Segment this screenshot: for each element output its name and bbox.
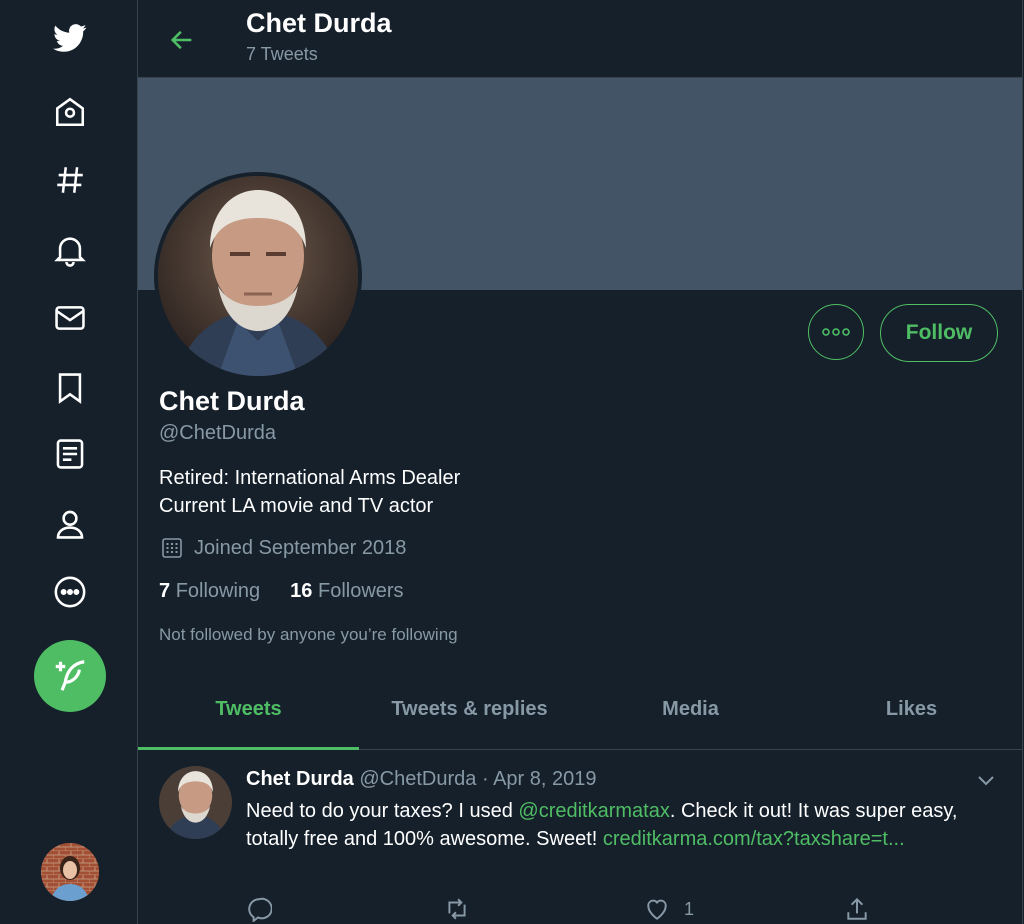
tweet-text-part: Need to do your taxes? I used: [246, 800, 519, 822]
profile-name: Chet Durda: [159, 386, 305, 416]
following-label: Following: [175, 580, 261, 602]
bio-line: Retired: International Arms Dealer: [159, 467, 461, 489]
home-icon[interactable]: [48, 90, 92, 134]
more-icon[interactable]: [48, 570, 92, 614]
chevron-down-icon: [978, 776, 994, 786]
followers-count: 16: [290, 580, 313, 602]
following-link[interactable]: 7 Following: [159, 580, 260, 603]
tweet-separator: ·: [481, 768, 489, 790]
tweet-author-handle[interactable]: @ChetDurda: [359, 768, 476, 790]
account-avatar[interactable]: [41, 843, 99, 901]
tab-tweets-replies[interactable]: Tweets & replies: [359, 670, 580, 749]
followers-link[interactable]: 16 Followers: [290, 580, 403, 603]
tweet-date[interactable]: Apr 8, 2019: [493, 768, 596, 790]
profile-icon[interactable]: [48, 502, 92, 546]
tweet-author-name[interactable]: Chet Durda: [246, 768, 354, 790]
tweet-header: Chet Durda @ChetDurda · Apr 8, 2019: [246, 768, 597, 791]
profile-handle: @ChetDurda: [159, 422, 277, 444]
followers-label: Followers: [317, 580, 404, 602]
profile-header-bar: Chet Durda 7 Tweets: [138, 0, 1022, 78]
sidebar-nav: [0, 0, 138, 924]
compose-tweet-icon: [55, 660, 85, 691]
tweet-menu-button[interactable]: [974, 768, 1000, 794]
following-count: 7: [159, 580, 171, 602]
bio-line: Current LA movie and TV actor: [159, 495, 434, 517]
tweet-actions: 1: [246, 896, 986, 924]
calendar-icon: [162, 538, 182, 558]
tweet-url-link[interactable]: creditkarma.com/tax?taxshare=t...: [603, 828, 905, 850]
reply-icon: [248, 897, 272, 922]
more-dots-icon: [822, 328, 850, 336]
back-arrow-icon: [170, 30, 192, 50]
main-column: Chet Durda 7 Tweets Follow Chet Durda @C…: [138, 0, 1023, 924]
share-button[interactable]: [844, 896, 884, 922]
profile-avatar[interactable]: [154, 172, 362, 380]
profile-bio: Retired: International Arms Dealer Curre…: [159, 464, 460, 520]
retweet-icon: [448, 898, 466, 920]
messages-mail-icon[interactable]: [48, 296, 92, 340]
tweet-text: Need to do your taxes? I used @creditkar…: [246, 797, 1006, 853]
profile-tabs: Tweets Tweets & replies Media Likes: [138, 670, 1022, 750]
heart-icon: [647, 899, 667, 920]
follow-button[interactable]: Follow: [880, 304, 998, 362]
tweet-mention-link[interactable]: @creditkarmatax: [518, 800, 669, 822]
not-followed-note: Not followed by anyone you’re following: [159, 625, 458, 644]
back-button[interactable]: [164, 22, 200, 58]
notifications-bell-icon[interactable]: [48, 228, 92, 272]
share-icon: [847, 897, 867, 920]
profile-more-button[interactable]: [808, 304, 864, 360]
follow-stats: 7 Following 16 Followers: [159, 580, 404, 603]
tab-tweets[interactable]: Tweets: [138, 670, 359, 750]
bookmarks-icon[interactable]: [48, 366, 92, 410]
like-count: 1: [684, 898, 695, 919]
header-title: Chet Durda: [246, 8, 392, 38]
tab-likes[interactable]: Likes: [801, 670, 1022, 749]
lists-icon[interactable]: [48, 432, 92, 476]
like-button[interactable]: 1: [644, 896, 694, 922]
compose-tweet-button[interactable]: [34, 640, 106, 712]
explore-hashtag-icon[interactable]: [48, 158, 92, 202]
tab-media[interactable]: Media: [580, 670, 801, 749]
tweet-avatar[interactable]: [159, 766, 232, 839]
tweet[interactable]: Chet Durda @ChetDurda · Apr 8, 2019 Need…: [138, 750, 1022, 924]
joined-text: Joined September 2018: [194, 536, 407, 559]
twitter-logo-icon[interactable]: [48, 16, 92, 60]
header-tweet-count: 7 Tweets: [246, 44, 318, 64]
retweet-button[interactable]: [444, 896, 484, 922]
joined-date: Joined September 2018: [160, 536, 406, 560]
reply-button[interactable]: [246, 896, 286, 922]
